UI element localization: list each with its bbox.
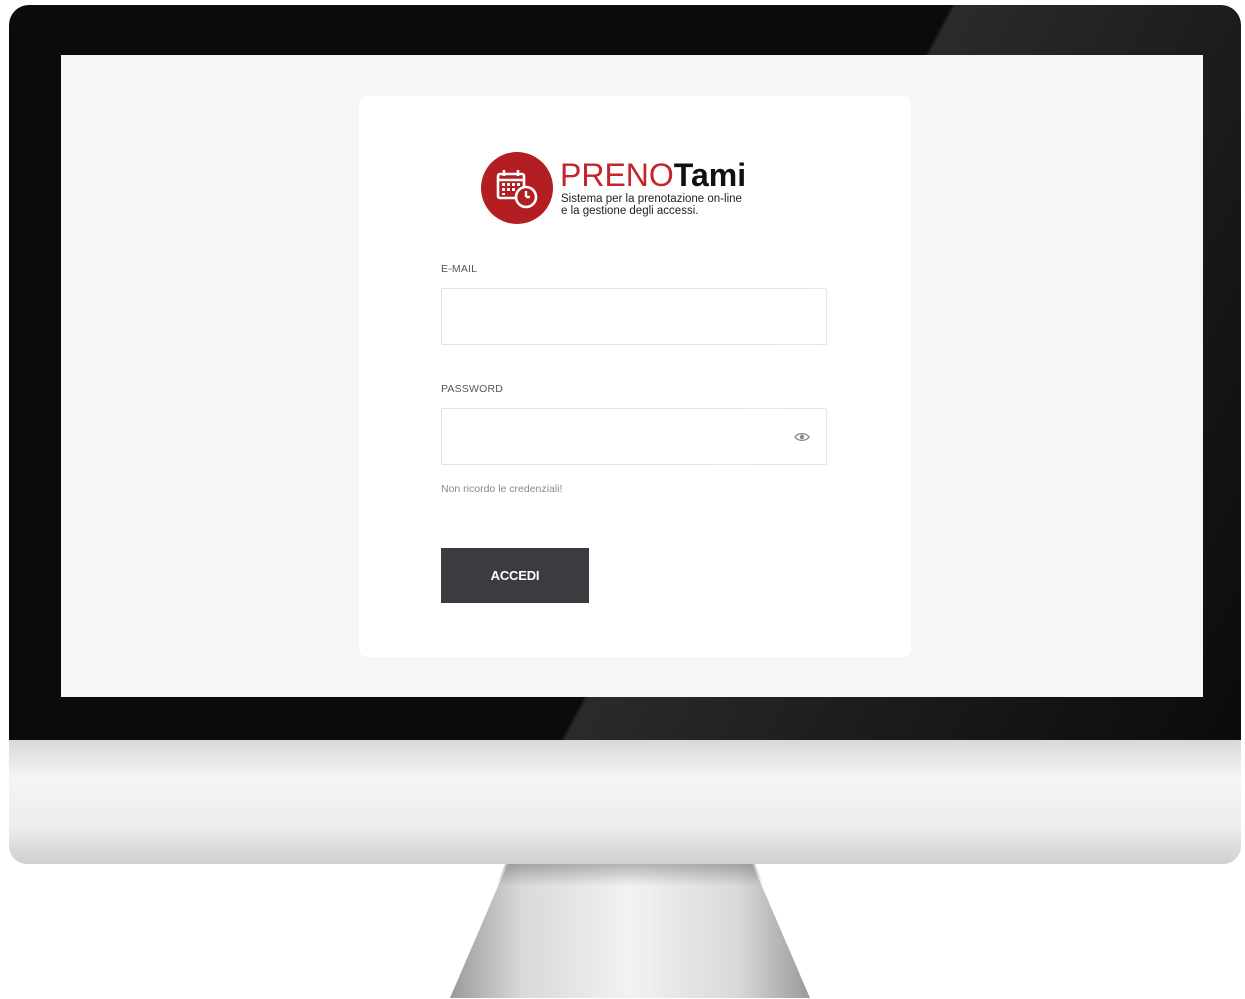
tagline-line-2: e la gestione degli accessi. bbox=[561, 205, 699, 217]
login-button[interactable]: ACCEDI bbox=[441, 548, 589, 603]
email-field[interactable] bbox=[441, 288, 827, 345]
tagline-line-1: Sistema per la prenotazione on-line bbox=[561, 193, 742, 205]
stand-shadow bbox=[495, 864, 765, 886]
forgot-credentials-link[interactable]: Non ricordo le credenziali! bbox=[441, 483, 562, 495]
calendar-clock-icon bbox=[481, 152, 553, 224]
monitor-bezel: PRENOTami Sistema per la prenotazione on… bbox=[9, 5, 1241, 743]
brand-name-part2: Tami bbox=[673, 157, 747, 193]
app-logo: PRENOTami Sistema per la prenotazione on… bbox=[481, 152, 801, 228]
eye-icon[interactable] bbox=[794, 432, 810, 442]
email-label: E-MAIL bbox=[441, 263, 478, 275]
brand-tagline: Sistema per la prenotazione on-line e la… bbox=[561, 193, 742, 217]
password-field[interactable] bbox=[441, 408, 827, 465]
login-card: PRENOTami Sistema per la prenotazione on… bbox=[359, 96, 911, 657]
brand-name-part1: PRENO bbox=[560, 157, 674, 193]
screen: PRENOTami Sistema per la prenotazione on… bbox=[61, 55, 1203, 697]
password-label: PASSWORD bbox=[441, 383, 504, 395]
brand-name: PRENOTami bbox=[560, 158, 746, 192]
monitor-chin bbox=[9, 740, 1241, 864]
